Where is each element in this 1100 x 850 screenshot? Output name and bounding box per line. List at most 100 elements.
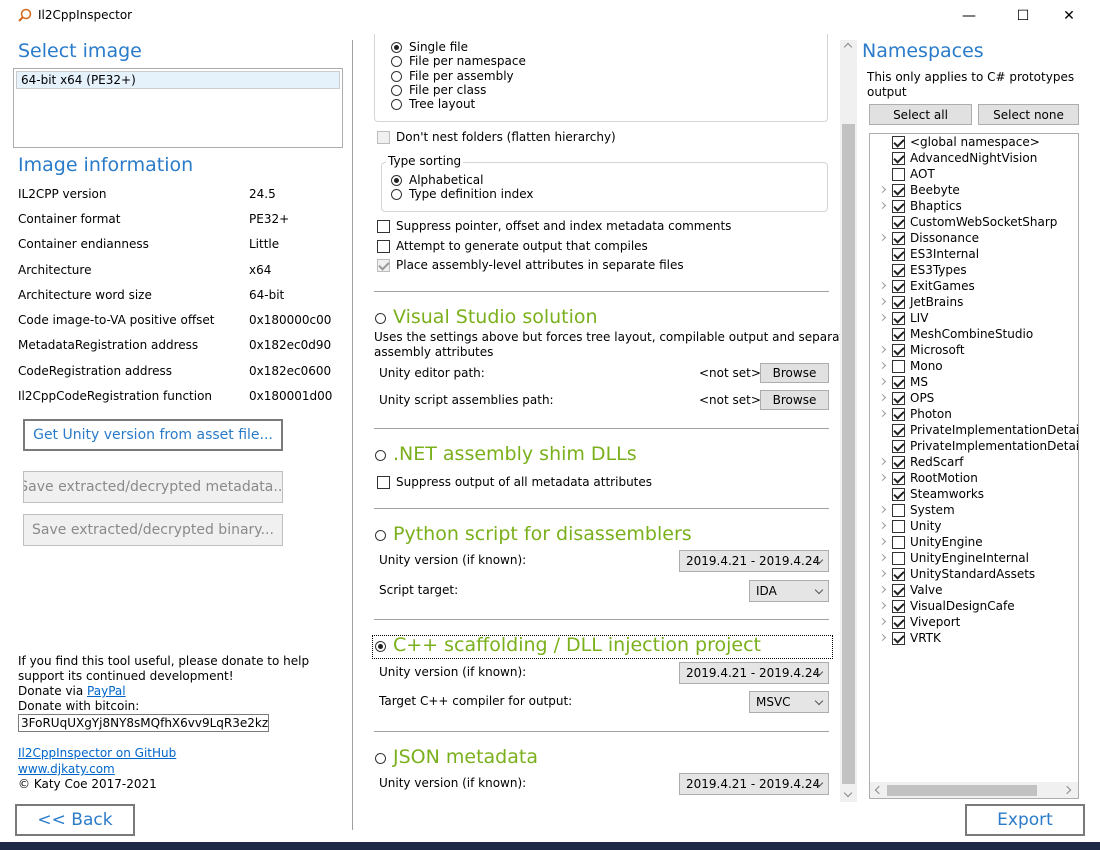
get-unity-version-button[interactable]: Get Unity version from asset file...: [23, 419, 283, 451]
namespace-checkbox[interactable]: [892, 520, 905, 533]
namespace-checkbox[interactable]: [892, 168, 905, 181]
namespace-checkbox[interactable]: [892, 472, 905, 485]
expand-arrow-icon[interactable]: [878, 521, 887, 530]
expand-arrow-icon[interactable]: [878, 633, 887, 642]
namespace-item[interactable]: Steamworks: [870, 487, 1078, 503]
place-attributes-checkbox[interactable]: [377, 259, 390, 272]
layout-radio[interactable]: [391, 70, 402, 82]
namespace-item[interactable]: RootMotion: [870, 471, 1078, 487]
script-target-select[interactable]: IDA: [749, 580, 829, 602]
namespace-item[interactable]: UnityEngine: [870, 535, 1078, 551]
vs-solution-radio[interactable]: [375, 313, 386, 324]
cpp-scaffolding-radio[interactable]: [375, 641, 386, 652]
namespace-item[interactable]: Valve: [870, 583, 1078, 599]
expand-arrow-icon[interactable]: [878, 537, 887, 546]
namespace-checkbox[interactable]: [892, 248, 905, 261]
expand-arrow-icon[interactable]: [878, 617, 887, 626]
namespace-checkbox[interactable]: [892, 312, 905, 325]
image-list[interactable]: 64-bit x64 (PE32+): [13, 68, 343, 148]
github-link[interactable]: Il2CppInspector on GitHub: [18, 746, 176, 760]
namespace-item[interactable]: <global namespace>: [870, 135, 1078, 151]
scroll-right-icon[interactable]: [1062, 785, 1072, 795]
namespace-item[interactable]: OPS: [870, 391, 1078, 407]
scroll-left-icon[interactable]: [874, 785, 884, 795]
json-metadata-radio[interactable]: [375, 753, 386, 764]
namespace-item[interactable]: RedScarf: [870, 455, 1078, 471]
expand-arrow-icon[interactable]: [878, 361, 887, 370]
cpp-unity-version-select[interactable]: 2019.4.21 - 2019.4.24: [679, 662, 829, 684]
expand-arrow-icon[interactable]: [878, 505, 887, 514]
namespace-item[interactable]: AOT: [870, 167, 1078, 183]
namespace-item[interactable]: Microsoft: [870, 343, 1078, 359]
namespace-checkbox[interactable]: [892, 584, 905, 597]
namespace-checkbox[interactable]: [892, 264, 905, 277]
namespace-item[interactable]: ExitGames: [870, 279, 1078, 295]
save-binary-button[interactable]: Save extracted/decrypted binary...: [23, 514, 283, 546]
namespace-checkbox[interactable]: [892, 488, 905, 501]
minimize-button[interactable]: —: [946, 0, 992, 32]
namespace-item[interactable]: UnityEngineInternal: [870, 551, 1078, 567]
website-link[interactable]: www.djkaty.com: [18, 762, 115, 776]
suppress-metadata-attrs-checkbox[interactable]: [377, 476, 390, 489]
namespace-checkbox[interactable]: [892, 504, 905, 517]
layout-radio[interactable]: [391, 42, 402, 53]
expand-arrow-icon[interactable]: [878, 201, 887, 210]
maximize-button[interactable]: ☐: [1000, 0, 1046, 32]
namespace-item[interactable]: ES3Internal: [870, 247, 1078, 263]
namespace-item[interactable]: Bhaptics: [870, 199, 1078, 215]
expand-arrow-icon[interactable]: [878, 553, 887, 562]
layout-radio[interactable]: [391, 84, 402, 96]
scroll-down-icon[interactable]: [843, 788, 853, 798]
dont-nest-checkbox[interactable]: [377, 131, 390, 144]
shim-dll-radio[interactable]: [375, 450, 386, 461]
python-script-radio[interactable]: [375, 530, 386, 541]
close-button[interactable]: ✕: [1046, 0, 1092, 32]
namespace-item[interactable]: Beebyte: [870, 183, 1078, 199]
namespace-item[interactable]: MeshCombineStudio: [870, 327, 1078, 343]
scroll-thumb[interactable]: [842, 124, 855, 784]
namespace-item[interactable]: UnityStandardAssets: [870, 567, 1078, 583]
back-button[interactable]: << Back: [15, 804, 135, 836]
namespace-checkbox[interactable]: [892, 280, 905, 293]
namespace-checkbox[interactable]: [892, 328, 905, 341]
namespace-checkbox[interactable]: [892, 632, 905, 645]
attempt-compile-checkbox[interactable]: [377, 240, 390, 253]
namespace-checkbox[interactable]: [892, 184, 905, 197]
namespace-checkbox[interactable]: [892, 232, 905, 245]
namespace-item[interactable]: JetBrains: [870, 295, 1078, 311]
select-all-button[interactable]: Select all: [869, 104, 972, 125]
namespace-checkbox[interactable]: [892, 360, 905, 373]
namespace-checkbox[interactable]: [892, 152, 905, 165]
namespace-checkbox[interactable]: [892, 376, 905, 389]
expand-arrow-icon[interactable]: [878, 185, 887, 194]
namespace-item[interactable]: Photon: [870, 407, 1078, 423]
hscroll-thumb[interactable]: [887, 785, 1037, 796]
namespace-tree[interactable]: <global namespace> AdvancedNightVision AOT…: [869, 133, 1079, 799]
namespace-item[interactable]: LIV: [870, 311, 1078, 327]
export-button[interactable]: Export: [965, 804, 1085, 836]
expand-arrow-icon[interactable]: [878, 393, 887, 402]
expand-arrow-icon[interactable]: [878, 281, 887, 290]
expand-arrow-icon[interactable]: [878, 601, 887, 610]
namespace-checkbox[interactable]: [892, 440, 905, 453]
expand-arrow-icon[interactable]: [878, 345, 887, 354]
expand-arrow-icon[interactable]: [878, 569, 887, 578]
namespace-item[interactable]: CustomWebSocketSharp: [870, 215, 1078, 231]
paypal-link[interactable]: PayPal: [87, 684, 126, 698]
namespace-item[interactable]: PrivateImplementationDetails: [870, 423, 1078, 439]
namespace-item[interactable]: System: [870, 503, 1078, 519]
expand-arrow-icon[interactable]: [878, 473, 887, 482]
expand-arrow-icon[interactable]: [878, 297, 887, 306]
namespace-checkbox[interactable]: [892, 344, 905, 357]
json-unity-version-select[interactable]: 2019.4.21 - 2019.4.24: [679, 773, 829, 795]
namespace-item[interactable]: Dissonance: [870, 231, 1078, 247]
namespace-hscrollbar[interactable]: [870, 782, 1078, 798]
namespace-checkbox[interactable]: [892, 408, 905, 421]
bitcoin-address-field[interactable]: 3FoRUqUXgYj8NY8sMQfhX6vv9LqR3e2kzz: [18, 714, 269, 732]
namespace-item[interactable]: ES3Types: [870, 263, 1078, 279]
namespace-checkbox[interactable]: [892, 456, 905, 469]
namespace-item[interactable]: MS: [870, 375, 1078, 391]
expand-arrow-icon[interactable]: [878, 457, 887, 466]
middle-scrollbar[interactable]: [840, 40, 857, 802]
browse-script-button[interactable]: Browse: [760, 390, 829, 410]
